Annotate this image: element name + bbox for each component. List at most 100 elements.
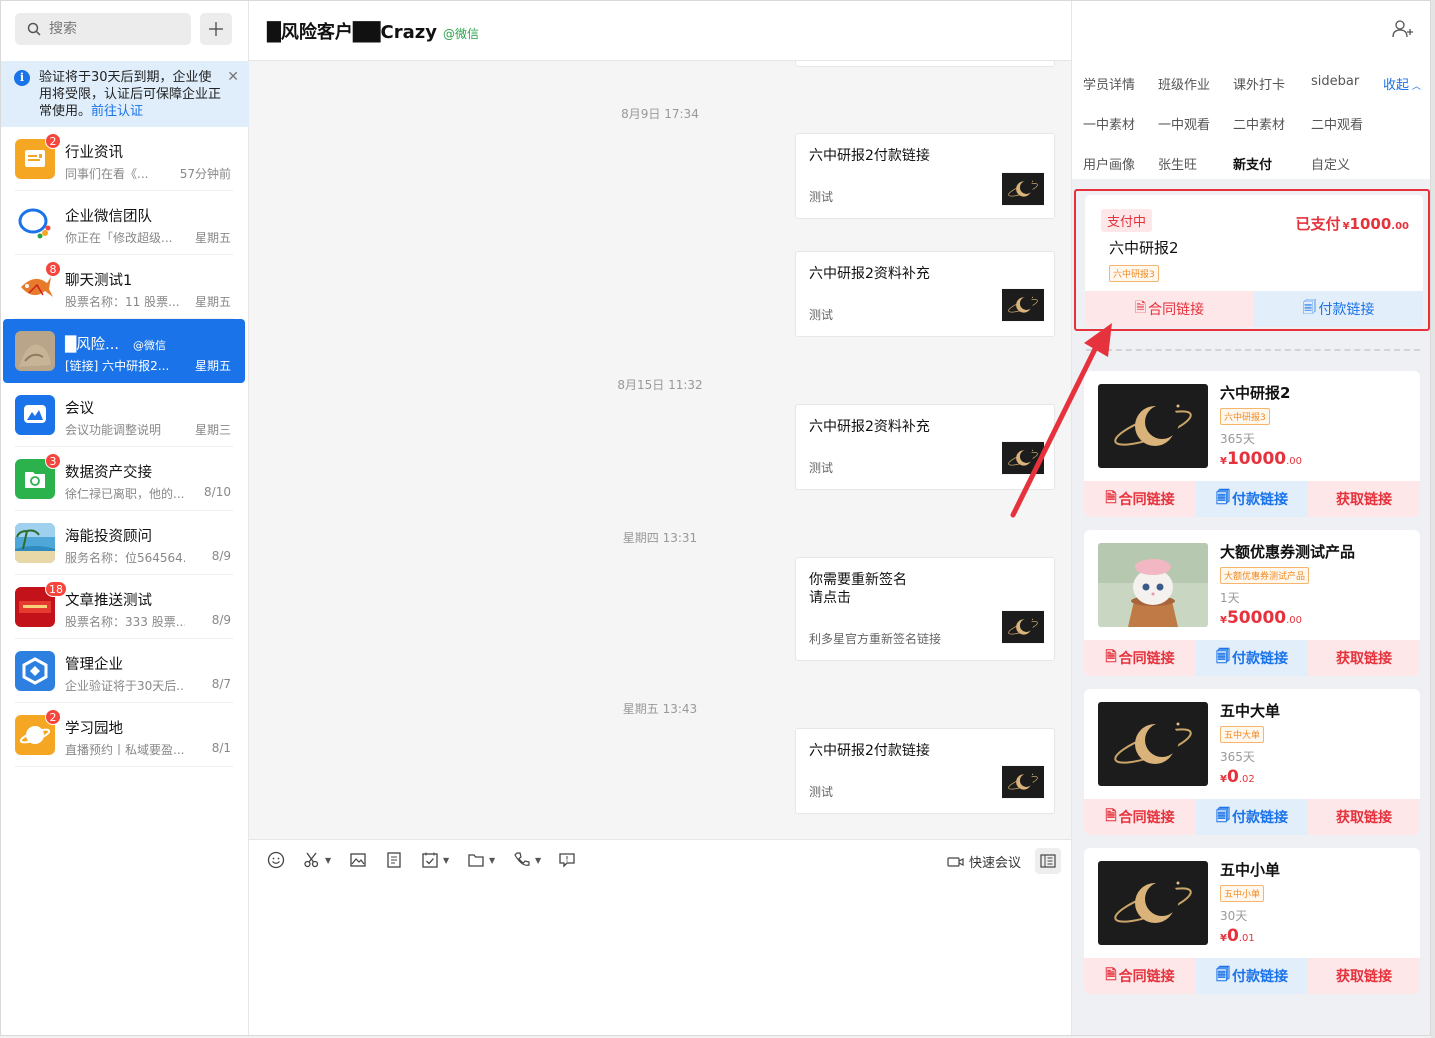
file-button[interactable]: ▼ <box>467 850 495 870</box>
todo-button[interactable]: ▼ <box>421 850 449 870</box>
contract-label: 合同链接 <box>1118 651 1175 667</box>
manage-enterprise-icon <box>15 651 55 691</box>
conversation-item[interactable]: 企业微信团队 你正在「修改超级... 星期五 <box>15 191 233 255</box>
conversation-name-text: 聊天测试1 <box>65 273 133 289</box>
sidebar-tab[interactable]: 新支付 <box>1233 154 1272 173</box>
product-price: ¥50000.00 <box>1220 608 1302 628</box>
conversation-item[interactable]: 3 数据资产交接 徐仁禄已离职，他的... 8/10 <box>15 447 233 511</box>
image-button[interactable] <box>349 850 367 870</box>
scissors-icon <box>304 852 319 868</box>
quote-button[interactable] <box>558 850 576 870</box>
link-message-card[interactable]: 六中研报2付款链接 测试 <box>795 133 1055 219</box>
contract-link-button[interactable]: 🗎 合同链接 <box>1084 640 1196 676</box>
user-photo-avatar <box>15 331 55 371</box>
contract-link-button[interactable]: 🗎 合同链接 <box>1084 481 1196 517</box>
close-icon[interactable]: ✕ <box>227 69 239 86</box>
link-message-card[interactable]: 你需要重新签名 请点击 利多星官方重新签名链接 <box>795 557 1055 661</box>
chevron-up-icon: ︿ <box>1412 82 1422 92</box>
conversation-item[interactable]: 会议 会议功能调整说明 星期三 <box>15 383 233 447</box>
link-card-desc: 测试 <box>809 308 834 322</box>
sidebar-tab[interactable]: 二中观看 <box>1311 114 1363 133</box>
sidebar-tab[interactable]: sidebar <box>1311 74 1359 89</box>
conversation-name-text: 企业微信团队 <box>65 209 152 225</box>
conversation-item[interactable]: 8 聊天测试1 股票名称：11 股票... 星期五 <box>15 255 233 319</box>
right-sidebar: 学员详情 班级作业 课外打卡 sidebar 一中素材 一中观看 二中素材 二中观看用户画像 张… <box>1071 1 1430 1035</box>
link-message-card[interactable]: 六中研报2资料补充 测试 <box>795 404 1055 490</box>
product-price: ¥0.01 <box>1220 926 1255 946</box>
wechat-tag: @微信 <box>442 27 479 41</box>
document-button[interactable] <box>385 850 403 870</box>
sidebar-tab[interactable]: 一中素材 <box>1083 114 1135 133</box>
paid-label: 已支付 <box>1295 215 1341 233</box>
conversation-item[interactable]: 18 文章推送测试 股票名称：333 股票... 8/9 <box>15 575 233 639</box>
conversation-item[interactable]: 管理企业 企业验证将于30天后... 8/7 <box>15 639 233 703</box>
conversation-avatar <box>15 203 55 243</box>
chat-header: █风险客户██Crazy @微信 <box>249 1 1071 61</box>
contract-link-button[interactable]: 🗎 合同链接 <box>1084 799 1196 835</box>
payment-link-button[interactable]: 🗐 付款链接 <box>1196 481 1308 517</box>
product-name: 五中大单 <box>1220 702 1281 720</box>
sidebar-toggle-button[interactable] <box>1035 848 1061 874</box>
message-area[interactable]: 8月9日 17:34 8月15日 11:32 星期四 13:31 星期五 13:43 六… <box>249 61 1071 839</box>
order-payment-link-button[interactable]: 🗐 付款链接 <box>1254 291 1423 327</box>
emoji-button[interactable] <box>267 850 285 870</box>
quick-meeting-button[interactable]: 快速会议 <box>947 852 1021 871</box>
add-member-icon[interactable] <box>1392 19 1414 39</box>
conversation-time: 8/1 <box>211 741 231 755</box>
sidebar-tab[interactable]: 二中素材 <box>1233 114 1285 133</box>
conversation-item[interactable]: 2 行业资讯 同事们在看《... 57分钟前 <box>15 127 233 191</box>
search-input[interactable] <box>49 21 159 37</box>
price-dec: .00 <box>1286 456 1303 467</box>
unread-badge: 18 <box>45 581 67 597</box>
payment-link-button[interactable]: 🗐 付款链接 <box>1196 958 1308 994</box>
get-link-button[interactable]: 获取链接 <box>1308 640 1420 676</box>
call-button[interactable]: ▼ <box>513 850 541 870</box>
order-contract-link-button[interactable]: 🗎 合同链接 <box>1085 291 1254 327</box>
get-link-button[interactable]: 获取链接 <box>1308 958 1420 994</box>
message-compose-area[interactable] <box>249 881 1071 1035</box>
chat-title-text: █风险客户██Crazy <box>267 22 437 43</box>
sidebar-tab[interactable]: 张生旺 <box>1158 154 1197 173</box>
right-header <box>1072 1 1430 61</box>
product-logo-icon <box>1002 441 1044 475</box>
conversation-item[interactable]: 2 学习园地 直播预约丨私域要盈... 8/1 <box>15 703 233 767</box>
verify-link[interactable]: 前往认证 <box>91 104 143 119</box>
search-box[interactable] <box>15 13 191 45</box>
link-card-title: 六中研报2付款链接 <box>809 743 930 759</box>
sidebar-tab[interactable]: 自定义 <box>1311 154 1350 173</box>
payment-doc-icon: 🗐 <box>1216 808 1230 824</box>
link-message-card[interactable]: 六中研报2付款链接 测试 <box>795 728 1055 814</box>
sidebar-tab[interactable]: 用户画像 <box>1083 154 1135 173</box>
add-button[interactable] <box>200 13 232 45</box>
conversation-name: 数据资产交接 <box>65 461 152 482</box>
payment-link-button[interactable]: 🗐 付款链接 <box>1196 799 1308 835</box>
sidebar-tab[interactable]: 课外打卡 <box>1233 74 1285 93</box>
message-card-partial[interactable] <box>795 61 1055 67</box>
get-link-button[interactable]: 获取链接 <box>1308 481 1420 517</box>
screenshot-button[interactable]: ▼ <box>303 850 331 870</box>
conversation-item[interactable]: █风险... @微信 [链接] 六中研报2... 星期五 <box>3 319 245 383</box>
contract-link-button[interactable]: 🗎 合同链接 <box>1084 958 1196 994</box>
conversation-preview: 服务名称：位564564... <box>65 551 185 565</box>
price-int: 0 <box>1226 926 1239 946</box>
get-link-button[interactable]: 获取链接 <box>1308 799 1420 835</box>
sidebar-tab[interactable]: 班级作业 <box>1158 74 1210 93</box>
sidebar-tab[interactable]: 一中观看 <box>1158 114 1210 133</box>
link-message-card[interactable]: 六中研报2资料补充 测试 <box>795 251 1055 337</box>
current-order-card: 支付中 已支付 ¥1000.00 六中研报2 六中研报3 🗎 合同链接 🗐 付款链接 <box>1085 195 1423 327</box>
sidebar-tabs: 学员详情 班级作业 课外打卡 sidebar 一中素材 一中观看 二中素材 二中观看用户画像 张… <box>1072 61 1430 179</box>
product-duration: 30天 <box>1220 909 1248 923</box>
collapse-button[interactable]: 收起 ︿ <box>1383 74 1421 93</box>
conversation-preview: 同事们在看《... <box>65 167 149 181</box>
sidebar-tab[interactable]: 学员详情 <box>1083 74 1135 93</box>
contract-doc-icon: 🗎 <box>1105 490 1117 506</box>
conversation-name-text: 文章推送测试 <box>65 593 152 609</box>
payment-link-button[interactable]: 🗐 付款链接 <box>1196 640 1308 676</box>
link-card-thumbnail <box>1002 607 1044 647</box>
product-card: 五中小单 五中小单 30天 ¥0.01 🗎 合同链接 🗐 付款链接 获取链接 <box>1084 848 1420 994</box>
video-icon <box>947 856 964 867</box>
conversation-item[interactable]: 海能投资顾问 服务名称：位564564... 8/9 <box>15 511 233 575</box>
conversation-name: 行业资讯 <box>65 141 123 162</box>
product-logo-icon <box>1098 702 1208 786</box>
unread-badge: 3 <box>45 453 61 469</box>
